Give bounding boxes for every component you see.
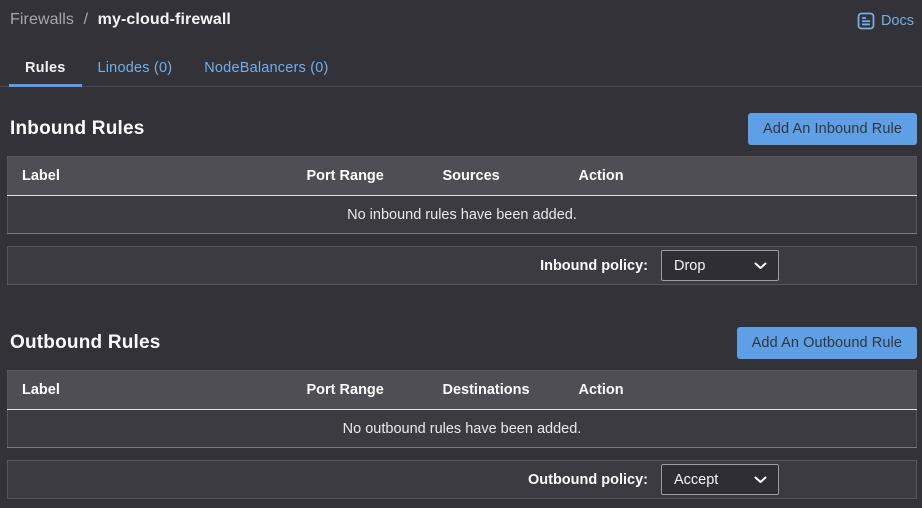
chevron-down-icon — [754, 476, 767, 484]
inbound-policy-label: Inbound policy: — [540, 258, 648, 274]
tab-bar: Rules Linodes (0) NodeBalancers (0) — [0, 51, 922, 87]
inbound-column-label: Label — [8, 157, 307, 196]
outbound-column-label: Label — [8, 371, 307, 410]
inbound-empty-message: No inbound rules have been added. — [8, 196, 917, 234]
outbound-policy-value: Accept — [674, 472, 718, 488]
outbound-policy-row: Outbound policy: Accept — [7, 460, 917, 499]
tab-rules[interactable]: Rules — [9, 51, 82, 86]
outbound-empty-row: No outbound rules have been added. — [8, 410, 917, 448]
inbound-rules-section: Inbound Rules Add An Inbound Rule Label … — [7, 113, 917, 285]
inbound-policy-row: Inbound policy: Drop — [7, 246, 917, 285]
inbound-column-action: Action — [579, 157, 917, 196]
breadcrumb-separator: / — [84, 11, 89, 28]
outbound-column-action: Action — [579, 371, 917, 410]
inbound-policy-value: Drop — [674, 258, 705, 274]
inbound-column-sources: Sources — [443, 157, 579, 196]
outbound-rules-section: Outbound Rules Add An Outbound Rule Labe… — [7, 327, 917, 499]
breadcrumb-firewalls-link[interactable]: Firewalls — [10, 11, 74, 28]
outbound-rules-heading: Outbound Rules — [10, 332, 161, 354]
inbound-policy-select[interactable]: Drop — [661, 250, 779, 281]
docs-link-label: Docs — [881, 13, 914, 29]
inbound-column-port-range: Port Range — [307, 157, 443, 196]
page-title: my-cloud-firewall — [98, 11, 231, 28]
inbound-empty-row: No inbound rules have been added. — [8, 196, 917, 234]
inbound-table-header-row: Label Port Range Sources Action — [8, 157, 917, 196]
docs-link[interactable]: Docs — [857, 12, 914, 30]
outbound-rules-table: Label Port Range Destinations Action No … — [7, 370, 917, 448]
outbound-table-header-row: Label Port Range Destinations Action — [8, 371, 917, 410]
outbound-policy-label: Outbound policy: — [528, 472, 648, 488]
tab-nodebalancers[interactable]: NodeBalancers (0) — [188, 51, 344, 86]
add-outbound-rule-button[interactable]: Add An Outbound Rule — [737, 327, 917, 359]
outbound-column-port-range: Port Range — [307, 371, 443, 410]
top-bar: Firewalls / my-cloud-firewall Docs — [0, 0, 922, 30]
outbound-column-destinations: Destinations — [443, 371, 579, 410]
inbound-rules-heading: Inbound Rules — [10, 118, 145, 140]
docs-icon — [857, 12, 875, 30]
chevron-down-icon — [754, 262, 767, 270]
tab-linodes[interactable]: Linodes (0) — [82, 51, 189, 86]
outbound-policy-select[interactable]: Accept — [661, 464, 779, 495]
add-inbound-rule-button[interactable]: Add An Inbound Rule — [748, 113, 917, 145]
breadcrumb: Firewalls / my-cloud-firewall — [10, 11, 231, 29]
inbound-rules-table: Label Port Range Sources Action No inbou… — [7, 156, 917, 234]
outbound-empty-message: No outbound rules have been added. — [8, 410, 917, 448]
